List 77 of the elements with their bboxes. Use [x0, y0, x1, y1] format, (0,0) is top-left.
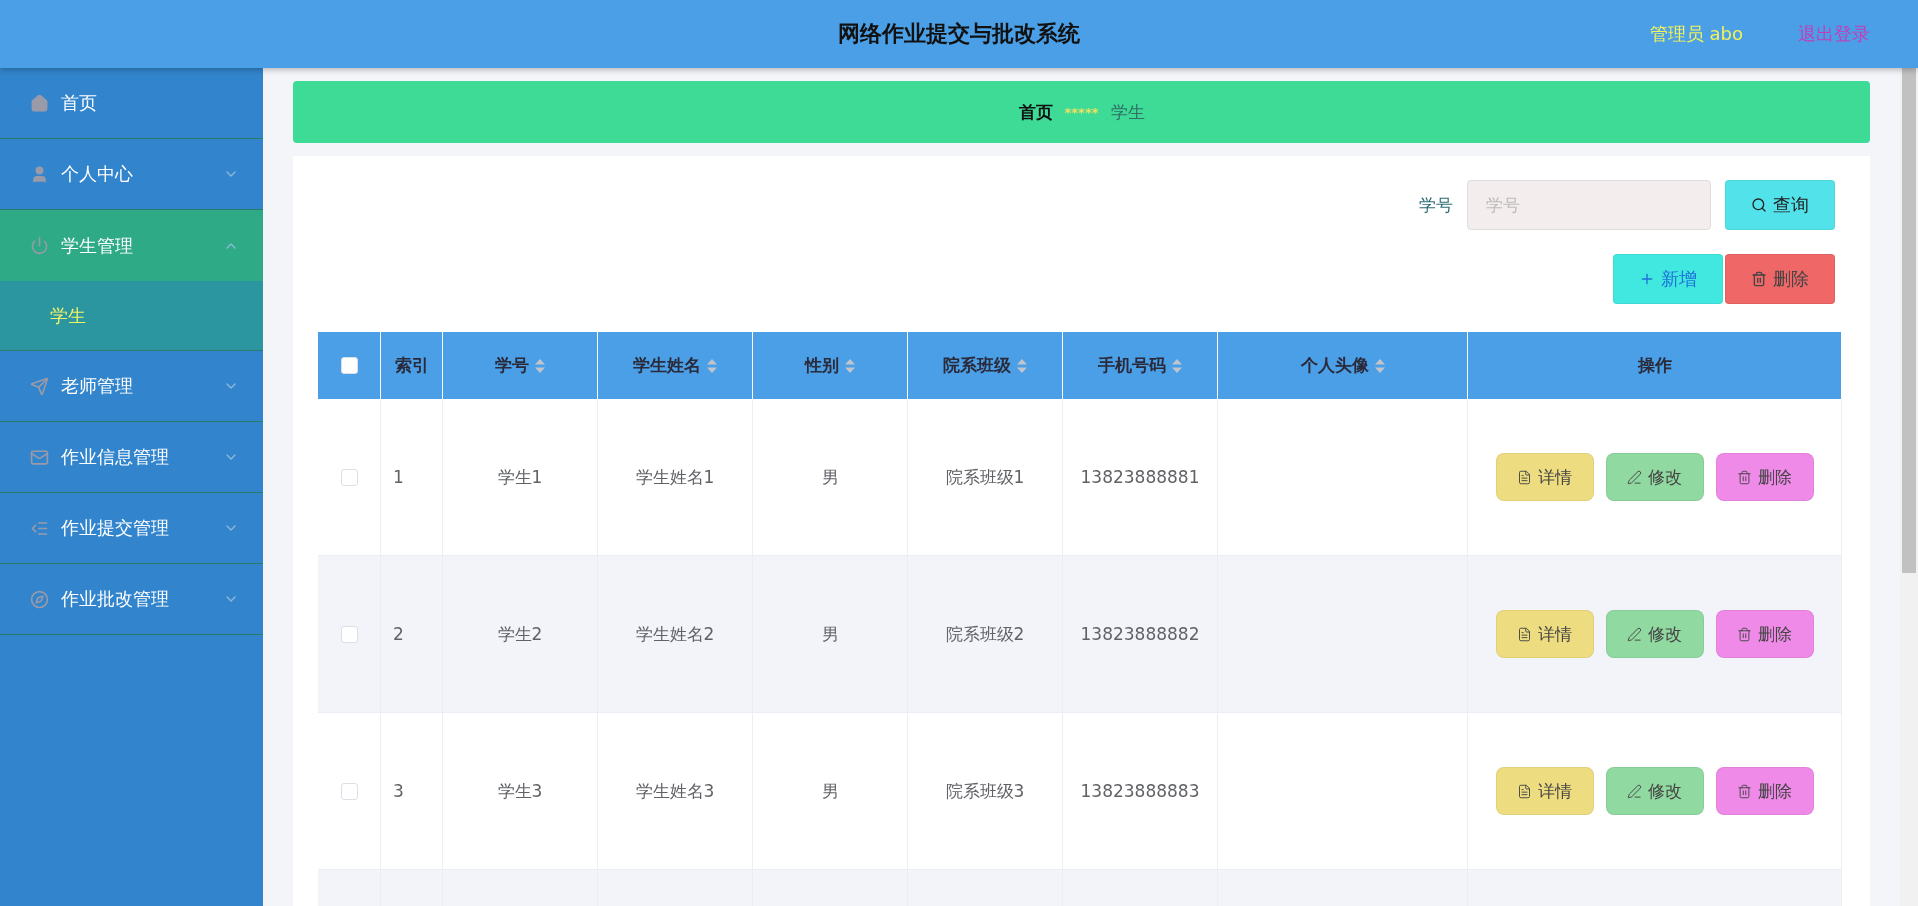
table-cell: 院系班级3 — [908, 713, 1063, 870]
delete-button[interactable]: 删除 — [1715, 767, 1814, 815]
column-title: 个人头像 — [1300, 354, 1369, 377]
select-all-checkbox[interactable] — [340, 357, 358, 374]
detail-button[interactable]: 详情 — [1495, 453, 1594, 501]
document-icon — [1517, 783, 1532, 799]
detail-button[interactable]: 详情 — [1495, 610, 1594, 658]
query-button[interactable]: 查询 — [1725, 180, 1835, 230]
table-cell: 学生1 — [443, 399, 598, 556]
document-icon — [1517, 626, 1532, 642]
table-cell: 院系班级2 — [908, 556, 1063, 713]
column-title: 学号 — [495, 354, 529, 377]
pen-icon — [1627, 469, 1642, 485]
user-icon — [30, 164, 49, 184]
delete-button[interactable]: 删除 — [1715, 610, 1814, 658]
sort-icon[interactable] — [707, 358, 717, 373]
pen-icon — [1627, 626, 1642, 642]
search-field[interactable]: 学号 — [1467, 180, 1711, 230]
table-cell: 3 — [381, 713, 443, 870]
table-cell: 男 — [753, 713, 908, 870]
sort-icon[interactable] — [1017, 358, 1027, 373]
pen-icon — [1627, 783, 1642, 799]
trash-icon — [1737, 469, 1752, 485]
sort-icon[interactable] — [1374, 358, 1385, 373]
table-cell: 学生姓名1 — [598, 399, 753, 556]
user-name: 管理员 abo — [1649, 22, 1743, 46]
column-title: 操作 — [1637, 354, 1672, 377]
sort-icon[interactable] — [535, 358, 545, 373]
table-cell: 13823888881 — [1063, 399, 1218, 556]
plus-icon — [1639, 271, 1655, 287]
add-button[interactable]: 新增 — [1613, 254, 1723, 304]
table-cell: 院系班级1 — [908, 399, 1063, 556]
trash-icon — [1751, 271, 1767, 287]
column-title: 手机号码 — [1098, 354, 1166, 377]
table-cell: 1 — [381, 399, 443, 556]
edit-button[interactable]: 修改 — [1605, 767, 1704, 815]
scrollbar-thumb[interactable] — [1902, 68, 1916, 573]
table-cell: 13823888883 — [1063, 713, 1218, 870]
trash-icon — [1737, 626, 1752, 642]
trash-icon — [1737, 783, 1752, 799]
document-icon — [1517, 469, 1532, 485]
column-title: 院系班级 — [943, 354, 1011, 377]
edit-button[interactable]: 修改 — [1605, 610, 1704, 658]
detail-button[interactable]: 详情 — [1495, 767, 1594, 815]
row-checkbox[interactable] — [340, 782, 358, 800]
send-icon — [30, 376, 49, 396]
menu-item[interactable]: 学生管理 — [0, 210, 263, 281]
app-title: 网络作业提交与批改系统 — [838, 20, 1080, 48]
table-cell: 2 — [381, 556, 443, 713]
table-cell: 学生3 — [443, 713, 598, 870]
search-label: 学号 — [1419, 193, 1453, 217]
breadcrumb-item[interactable]: 学生 — [1110, 100, 1145, 124]
sort-icon[interactable] — [845, 358, 855, 373]
table-cell: 13823888882 — [1063, 556, 1218, 713]
mail-icon — [30, 447, 49, 467]
delete-button[interactable]: 删除 — [1715, 453, 1814, 501]
table-cell: 男 — [753, 399, 908, 556]
table-cell: 男 — [753, 556, 908, 713]
row-checkbox[interactable] — [340, 468, 358, 486]
column-title: 索引 — [394, 354, 429, 377]
edit-button[interactable]: 修改 — [1605, 453, 1704, 501]
delete-button[interactable]: 删除 — [1725, 254, 1835, 304]
submenu-item[interactable]: 学生 — [0, 281, 263, 351]
compass-icon — [30, 589, 49, 609]
search-icon — [1751, 197, 1767, 213]
table-cell: 学生姓名2 — [598, 556, 753, 713]
column-title: 学生姓名 — [633, 354, 701, 377]
scrollbar[interactable] — [1900, 68, 1918, 906]
home-icon — [30, 93, 49, 113]
breadcrumb-item[interactable]: 首页 — [1018, 100, 1053, 124]
table-cell: 学生2 — [443, 556, 598, 713]
row-checkbox[interactable] — [340, 625, 358, 643]
power-icon — [30, 236, 49, 255]
breadcrumb-separator: ***** — [1064, 104, 1099, 120]
column-title: 性别 — [805, 354, 839, 377]
sort-icon[interactable] — [1172, 358, 1182, 373]
table-cell: 学生姓名3 — [598, 713, 753, 870]
